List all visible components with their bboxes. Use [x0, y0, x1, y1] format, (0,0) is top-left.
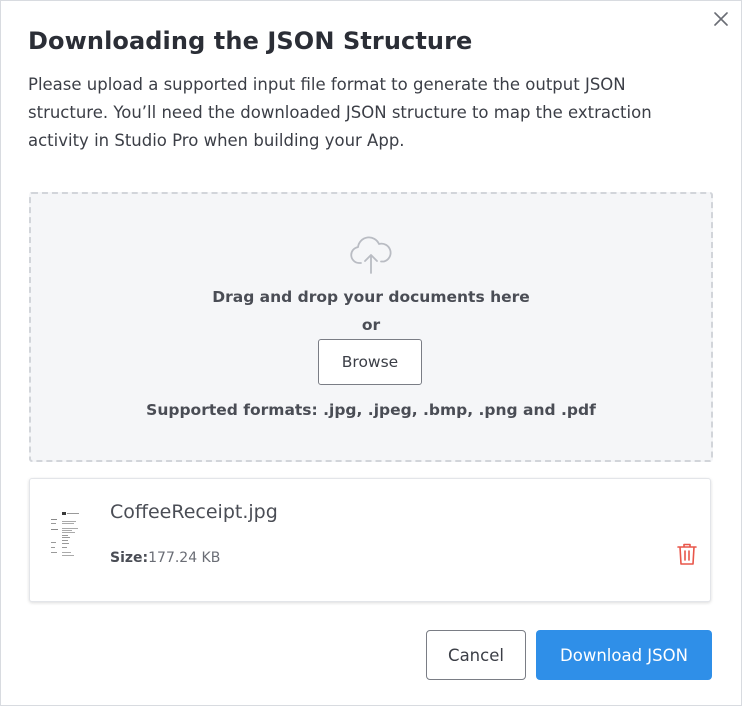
receipt-thumbnail [48, 509, 88, 565]
supported-formats-text: Supported formats: .jpg, .jpeg, .bmp, .p… [146, 401, 596, 419]
dialog-title: Downloading the JSON Structure [28, 27, 473, 55]
close-button[interactable] [709, 7, 733, 31]
file-name: CoffeeReceipt.jpg [110, 501, 278, 523]
drag-drop-text: Drag and drop your documents here [212, 288, 530, 306]
file-size: Size:177.24 KB [110, 550, 220, 566]
trash-icon [677, 543, 697, 565]
file-size-value: 177.24 KB [148, 550, 221, 566]
delete-file-button[interactable] [672, 539, 702, 569]
or-text: or [361, 316, 381, 334]
file-dropzone[interactable]: Drag and drop your documents here or Bro… [29, 192, 713, 462]
cloud-upload-icon [350, 236, 392, 274]
file-size-label: Size: [110, 550, 149, 566]
dialog-description: Please upload a supported input file for… [28, 75, 652, 150]
download-json-button[interactable]: Download JSON [536, 630, 712, 680]
download-json-dialog: Downloading the JSON Structure Please up… [0, 0, 742, 706]
uploaded-file-card: CoffeeReceipt.jpg Size:177.24 KB [29, 478, 711, 602]
browse-button[interactable]: Browse [318, 339, 422, 385]
cancel-button[interactable]: Cancel [426, 630, 526, 680]
close-icon [714, 12, 728, 26]
